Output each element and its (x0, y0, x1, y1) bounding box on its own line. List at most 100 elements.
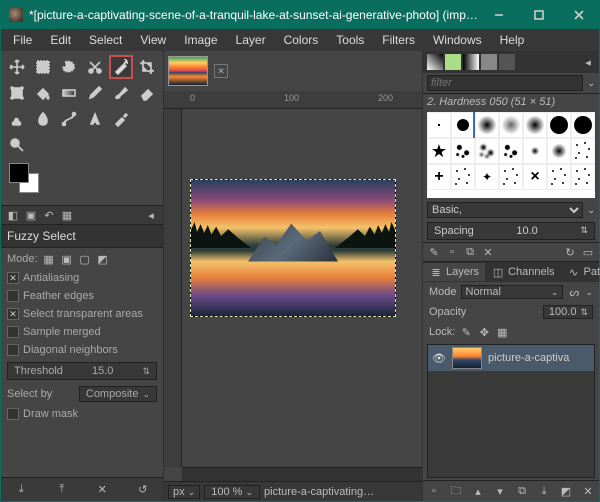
tool-transform[interactable] (5, 81, 29, 105)
mode-replace-icon[interactable]: ▦ (42, 252, 56, 266)
antialias-row[interactable]: ✕Antialiasing (7, 272, 157, 284)
brush-item[interactable] (523, 112, 547, 138)
new-brush-icon[interactable]: ▫ (445, 245, 459, 259)
new-layer-icon[interactable]: ▫ (427, 484, 441, 498)
open-as-image-icon[interactable]: ▭ (581, 245, 595, 259)
diag-row[interactable]: Diagonal neighbors (7, 344, 157, 356)
history-tab-icon[interactable] (499, 54, 515, 70)
tool-fuzzy-select[interactable] (109, 55, 133, 79)
scrollbar-horizontal[interactable] (182, 467, 422, 481)
minimize-button[interactable] (479, 1, 519, 29)
brush-item[interactable] (475, 112, 499, 138)
threshold-slider[interactable]: Threshold 15.0 ⇅ (7, 362, 157, 380)
menu-file[interactable]: File (5, 30, 40, 50)
tool-free-select[interactable] (57, 55, 81, 79)
sel-trans-checkbox[interactable]: ✕ (7, 308, 19, 320)
duplicate-brush-icon[interactable]: ⧉ (463, 245, 477, 259)
tool-color-picker[interactable] (109, 107, 133, 131)
maximize-button[interactable] (519, 1, 559, 29)
menu-filters[interactable]: Filters (374, 30, 423, 50)
threshold-stepper-icon[interactable]: ⇅ (142, 366, 150, 377)
brush-filter-input[interactable] (427, 75, 583, 91)
stepper-icon[interactable]: ⇅ (580, 307, 588, 318)
feather-row[interactable]: Feather edges (7, 290, 157, 302)
chevron-down-icon[interactable]: ⌄ (585, 287, 593, 298)
menu-colors[interactable]: Colors (276, 30, 327, 50)
canvas[interactable] (190, 179, 396, 317)
antialias-checkbox[interactable]: ✕ (7, 272, 19, 284)
color-swatches[interactable] (1, 161, 163, 205)
tool-scissors[interactable] (83, 55, 107, 79)
menu-select[interactable]: Select (81, 30, 130, 50)
layer-name[interactable]: picture-a-captiva (488, 352, 569, 364)
tool-crop[interactable] (135, 55, 159, 79)
tool-smudge[interactable] (31, 107, 55, 131)
chevron-down-icon[interactable]: ⌄ (587, 78, 595, 89)
brush-item[interactable] (499, 112, 523, 138)
tool-options-tab-icon[interactable]: ◧ (5, 207, 21, 223)
ruler-vertical[interactable] (164, 109, 182, 467)
foreground-color[interactable] (9, 163, 29, 183)
select-by-dropdown[interactable]: Composite ⌄ (79, 386, 157, 402)
fonts-tab-icon[interactable] (481, 54, 497, 70)
brush-item[interactable] (451, 164, 475, 190)
blend-mode-select[interactable]: Normal⌄ (461, 285, 564, 299)
sample-merged-row[interactable]: Sample merged (7, 326, 157, 338)
close-button[interactable] (559, 1, 599, 29)
tool-rect-select[interactable] (31, 55, 55, 79)
tab-paths[interactable]: ∿Paths (561, 263, 600, 281)
tool-gradient[interactable] (57, 81, 81, 105)
tool-eraser[interactable] (135, 81, 159, 105)
brush-item[interactable] (547, 112, 571, 138)
draw-mask-row[interactable]: Draw mask (7, 408, 157, 420)
tab-channels[interactable]: ◫Channels (485, 263, 560, 281)
draw-mask-checkbox[interactable] (7, 408, 19, 420)
tool-path[interactable] (57, 107, 81, 131)
tool-paintbrush[interactable] (109, 81, 133, 105)
visibility-eye-icon[interactable]: 👁 (432, 352, 446, 365)
edit-brush-icon[interactable]: ✎ (427, 245, 441, 259)
mask-icon[interactable]: ◩ (559, 484, 573, 498)
menu-layer[interactable]: Layer (228, 30, 274, 50)
brush-item[interactable]: × (523, 164, 547, 190)
brush-item[interactable] (451, 138, 475, 164)
image-tab-thumb[interactable] (168, 56, 208, 86)
brush-item[interactable]: ★ (427, 138, 451, 164)
reset-icon[interactable]: ↺ (136, 483, 150, 497)
sample-merged-checkbox[interactable] (7, 326, 19, 338)
dock-menu-icon[interactable]: ◂ (143, 207, 159, 223)
sel-trans-row[interactable]: ✕Select transparent areas (7, 308, 157, 320)
menu-image[interactable]: Image (176, 30, 225, 50)
brush-item[interactable] (499, 138, 523, 164)
dock-menu-icon[interactable]: ◂ (581, 55, 595, 69)
menu-view[interactable]: View (132, 30, 174, 50)
mode-subtract-icon[interactable]: ▢ (78, 252, 92, 266)
duplicate-layer-icon[interactable]: ⧉ (515, 484, 529, 498)
tool-pencil[interactable] (83, 81, 107, 105)
delete-preset-icon[interactable]: ✕ (95, 483, 109, 497)
diag-checkbox[interactable] (7, 344, 19, 356)
brush-item[interactable] (427, 112, 451, 138)
brush-item[interactable] (571, 112, 595, 138)
zoom-selector[interactable]: 100 % ⌄ (204, 485, 260, 499)
tool-text[interactable] (83, 107, 107, 131)
lock-position-icon[interactable]: ✥ (477, 325, 491, 339)
layer-thumbnail[interactable] (452, 347, 482, 369)
brush-item[interactable] (571, 138, 595, 164)
images-tab-icon[interactable]: ▦ (59, 207, 75, 223)
lock-pixels-icon[interactable]: ✎ (459, 325, 473, 339)
menu-help[interactable]: Help (492, 30, 533, 50)
tool-move[interactable] (5, 55, 29, 79)
patterns-tab-icon[interactable] (445, 54, 461, 70)
canvas-area[interactable] (164, 109, 422, 467)
tool-zoom[interactable] (5, 133, 29, 157)
close-image-tab[interactable]: ✕ (214, 64, 228, 78)
unit-selector[interactable]: px ⌄ (168, 485, 200, 499)
tool-bucket-fill[interactable] (31, 81, 55, 105)
device-status-tab-icon[interactable]: ▣ (23, 207, 39, 223)
delete-brush-icon[interactable]: ✕ (481, 245, 495, 259)
gradients-tab-icon[interactable] (463, 54, 479, 70)
mode-intersect-icon[interactable]: ◩ (96, 252, 110, 266)
new-group-icon[interactable]: 🗀 (449, 484, 463, 498)
mode-add-icon[interactable]: ▣ (60, 252, 74, 266)
